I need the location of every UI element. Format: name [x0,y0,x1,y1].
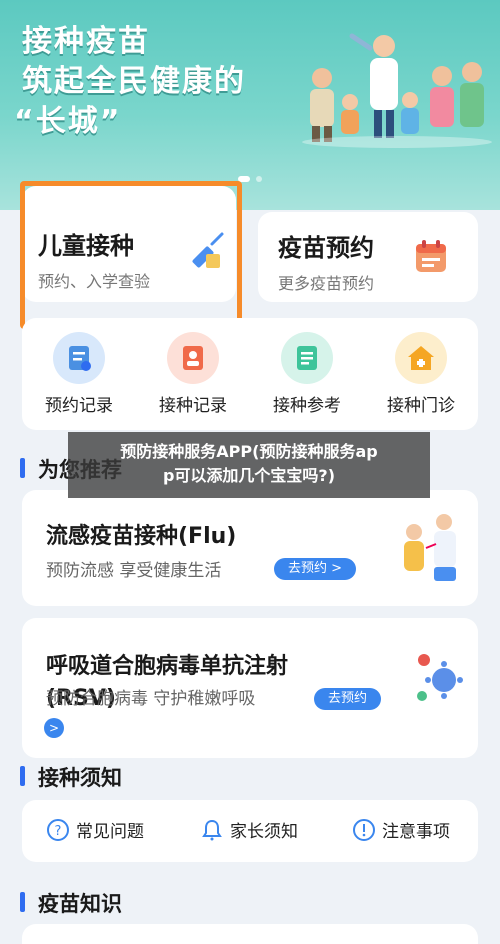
notice-card: ? 常见问题 家长须知 注意事项 [22,800,478,862]
appointment-record-label: 预约记录 [45,396,113,416]
vaccine-appointment-title: 疫苗预约 [278,234,374,262]
question-icon: ? [47,818,69,841]
faq-item[interactable]: ? 常见问题 [46,817,144,842]
banner-line-3: “长城” [14,104,122,139]
vaccination-clinic-button[interactable]: 接种门诊 [364,318,478,430]
appointment-record-icon [53,332,105,384]
carousel-indicator[interactable] [238,176,262,182]
vaccination-record-icon [167,332,219,384]
vaccination-record-label: 接种记录 [159,396,227,416]
flu-vaccine-desc: 预防流感 享受健康生活 [46,561,222,581]
rsv-antibody-desc: 预防合胞病毒 守护稚嫩呼吸 [46,689,256,709]
highlight-frame [20,181,242,329]
banner-line-1: 接种疫苗 [22,24,150,59]
carousel-dot[interactable] [256,176,262,182]
overlay-line-2: p可以添加几个宝宝吗?) [162,466,336,485]
section-marker [20,892,25,912]
reference-icon [281,332,333,384]
vaccine-appointment-card[interactable]: 疫苗预约 更多疫苗预约 [258,212,478,302]
flu-book-button[interactable]: 去预约 > [274,558,357,580]
section-marker [20,458,25,478]
alert-icon [353,818,375,841]
knowledge-card [22,924,478,944]
notice-section-title: 接种须知 [38,766,122,790]
appointment-record-button[interactable]: 预约记录 [22,318,136,430]
rsv-book-button[interactable]: 去预约 [314,688,382,710]
parent-notice-item[interactable]: 家长须知 [200,817,298,842]
section-marker [20,766,25,786]
vaccination-illustration-icon [404,514,456,581]
svg-text:?: ? [55,824,62,839]
overlay-line-1: 预防接种服务APP(预防接种服务ap [120,442,378,461]
rsv-antibody-card[interactable]: 呼吸道合胞病毒单抗注射 (RSV) 预防合胞病毒 守护稚嫩呼吸 去预约 > [22,618,478,758]
knowledge-section-title: 疫苗知识 [38,892,122,916]
rsv-antibody-title: 呼吸道合胞病毒单抗注射 [46,654,289,679]
vaccination-record-button[interactable]: 接种记录 [136,318,250,430]
precautions-label: 注意事项 [382,822,450,842]
banner-slogan: 接种疫苗 筑起全民健康的 “长城” [14,22,246,142]
family-illustration [302,33,492,148]
virus-illustration-icon [417,654,463,701]
faq-label: 常见问题 [76,822,144,842]
parent-notice-label: 家长须知 [230,822,298,842]
precautions-item[interactable]: 注意事项 [352,817,450,842]
flu-vaccine-title: 流感疫苗接种(Flu) [46,524,237,549]
quick-actions: 预约记录 接种记录 接种参考 接种门诊 [22,318,478,430]
vaccination-clinic-label: 接种门诊 [387,396,455,416]
article-title-overlay: 预防接种服务APP(预防接种服务ap p可以添加几个宝宝吗?) [68,432,430,498]
vaccination-reference-label: 接种参考 [273,396,341,416]
bell-icon [202,819,222,840]
calendar-icon [416,240,446,272]
vaccine-appointment-subtitle: 更多疫苗预约 [278,274,375,293]
clinic-icon [395,332,447,384]
vaccination-reference-button[interactable]: 接种参考 [250,318,364,430]
rsv-chevron-icon[interactable]: > [44,718,64,738]
banner-line-2: 筑起全民健康的 [22,64,246,99]
hero-banner[interactable]: 接种疫苗 筑起全民健康的 “长城” [0,0,500,210]
flu-vaccine-card[interactable]: 流感疫苗接种(Flu) 预防流感 享受健康生活 去预约 > [22,490,478,606]
